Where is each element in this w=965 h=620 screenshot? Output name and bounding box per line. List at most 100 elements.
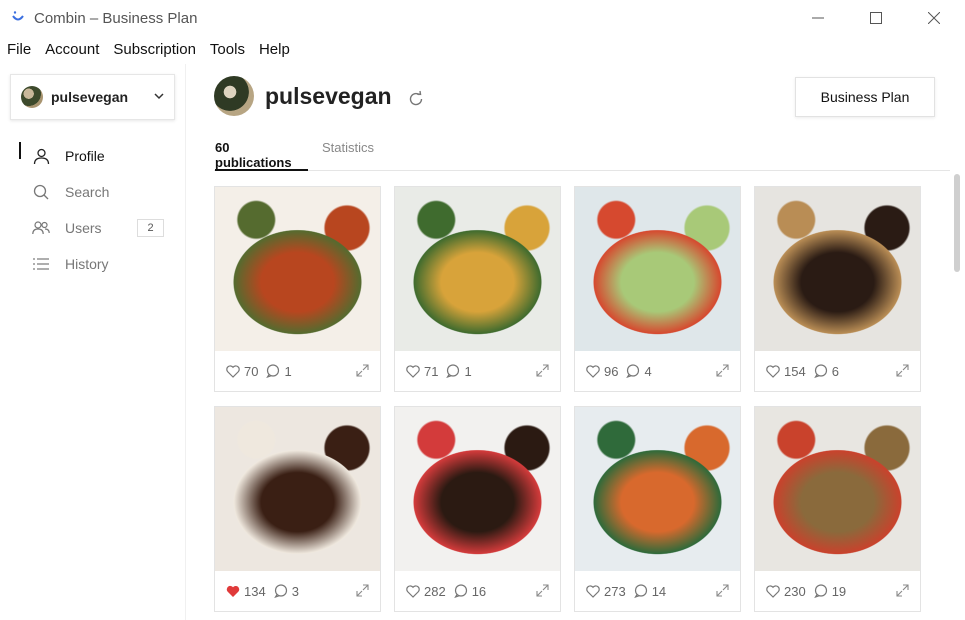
post-stats: 282 16 [395, 571, 560, 611]
profile-name: pulsevegan [265, 83, 392, 109]
sidebar-item-history[interactable]: History [0, 246, 186, 282]
likes-stat[interactable]: 273 [586, 584, 626, 599]
search-icon [32, 183, 50, 201]
likes-stat[interactable]: 282 [406, 584, 446, 599]
menu-help[interactable]: Help [252, 36, 297, 64]
likes-count: 134 [244, 583, 266, 599]
comment-icon [446, 364, 460, 378]
likes-stat[interactable]: 96 [586, 364, 618, 379]
likes-stat[interactable]: 70 [226, 364, 258, 379]
expand-icon[interactable] [716, 364, 729, 377]
heart-icon [586, 584, 600, 598]
menu-bar: File Account Subscription Tools Help [0, 36, 965, 64]
comments-stat[interactable]: 4 [626, 364, 652, 379]
likes-count: 71 [424, 363, 439, 379]
menu-tools[interactable]: Tools [203, 36, 252, 64]
minimize-button[interactable] [789, 0, 847, 36]
maximize-button[interactable] [847, 0, 905, 36]
comments-stat[interactable]: 3 [273, 583, 299, 599]
post-image[interactable] [215, 407, 380, 571]
post-stats: 273 14 [575, 571, 740, 611]
combin-logo-icon [12, 11, 24, 21]
users-icon [32, 219, 50, 237]
likes-count: 230 [784, 583, 806, 599]
likes-count: 282 [424, 583, 446, 599]
expand-icon[interactable] [536, 584, 549, 597]
post-stats: 96 4 [575, 351, 740, 391]
comment-icon [626, 364, 640, 378]
post-stats: 154 6 [755, 351, 920, 391]
expand-icon[interactable] [716, 584, 729, 597]
sidebar-item-search[interactable]: Search [0, 174, 186, 210]
post-card[interactable]: 96 4 [574, 186, 741, 392]
business-plan-button[interactable]: Business Plan [795, 77, 935, 117]
comments-stat[interactable]: 6 [813, 363, 839, 379]
comment-icon [633, 584, 647, 598]
comments-stat[interactable]: 19 [813, 583, 847, 599]
post-image[interactable] [575, 187, 740, 351]
likes-stat[interactable]: 154 [766, 364, 806, 379]
post-card[interactable]: 70 1 [214, 186, 381, 392]
menu-account[interactable]: Account [38, 36, 106, 64]
comments-stat[interactable]: 1 [266, 363, 292, 379]
comment-icon [273, 584, 287, 598]
comments-count: 19 [831, 583, 847, 599]
post-card[interactable]: 134 3 [214, 406, 381, 612]
post-stats: 71 1 [395, 351, 560, 391]
comment-icon [813, 584, 827, 598]
tab-publications[interactable]: 60 publications [215, 140, 308, 171]
comments-count: 1 [464, 363, 472, 379]
likes-stat[interactable]: 71 [406, 364, 438, 379]
expand-icon[interactable] [896, 584, 909, 597]
comment-icon [813, 364, 827, 378]
refresh-icon[interactable] [407, 90, 425, 108]
likes-stat[interactable]: 134 [226, 584, 266, 599]
post-card[interactable]: 273 14 [574, 406, 741, 612]
profile-tabs: 60 publications Statistics [214, 134, 950, 171]
tab-statistics[interactable]: Statistics [322, 140, 374, 171]
post-image[interactable] [395, 187, 560, 351]
account-selector[interactable]: pulsevegan [10, 74, 175, 120]
likes-stat[interactable]: 230 [766, 584, 806, 599]
scrollbar[interactable] [954, 174, 960, 272]
menu-subscription[interactable]: Subscription [106, 36, 203, 64]
sidebar-item-label: History [65, 256, 109, 272]
main-content: pulsevegan Business Plan 60 publications… [186, 64, 965, 620]
comments-count: 1 [284, 363, 292, 379]
account-name: pulsevegan [51, 89, 129, 105]
minimize-icon [812, 17, 824, 19]
heart-icon [226, 585, 240, 597]
heart-icon [406, 364, 420, 378]
likes-count: 273 [604, 583, 626, 599]
close-button[interactable] [905, 0, 963, 36]
post-image[interactable] [215, 187, 380, 351]
comments-stat[interactable]: 1 [446, 363, 472, 379]
post-image[interactable] [755, 407, 920, 571]
post-card[interactable]: 230 19 [754, 406, 921, 612]
post-image[interactable] [575, 407, 740, 571]
post-card[interactable]: 71 1 [394, 186, 561, 392]
users-count-badge: 2 [137, 219, 164, 237]
close-icon [928, 12, 940, 24]
comments-count: 3 [291, 583, 299, 599]
comments-count: 6 [831, 363, 839, 379]
user-icon [32, 147, 50, 165]
menu-file[interactable]: File [0, 36, 38, 64]
comments-stat[interactable]: 16 [453, 584, 486, 599]
comments-stat[interactable]: 14 [633, 584, 666, 599]
likes-count: 154 [784, 363, 806, 379]
sidebar: pulsevegan Profile Search Users 2 Histor… [0, 64, 186, 620]
post-image[interactable] [395, 407, 560, 571]
expand-icon[interactable] [356, 364, 369, 377]
expand-icon[interactable] [536, 364, 549, 377]
sidebar-item-profile[interactable]: Profile [0, 138, 186, 174]
post-image[interactable] [755, 187, 920, 351]
heart-icon [226, 364, 240, 378]
sidebar-item-users[interactable]: Users 2 [0, 210, 186, 246]
expand-icon[interactable] [896, 364, 909, 377]
expand-icon[interactable] [356, 584, 369, 597]
likes-count: 96 [604, 363, 619, 379]
post-card[interactable]: 154 6 [754, 186, 921, 392]
post-card[interactable]: 282 16 [394, 406, 561, 612]
chevron-down-icon [154, 93, 164, 100]
